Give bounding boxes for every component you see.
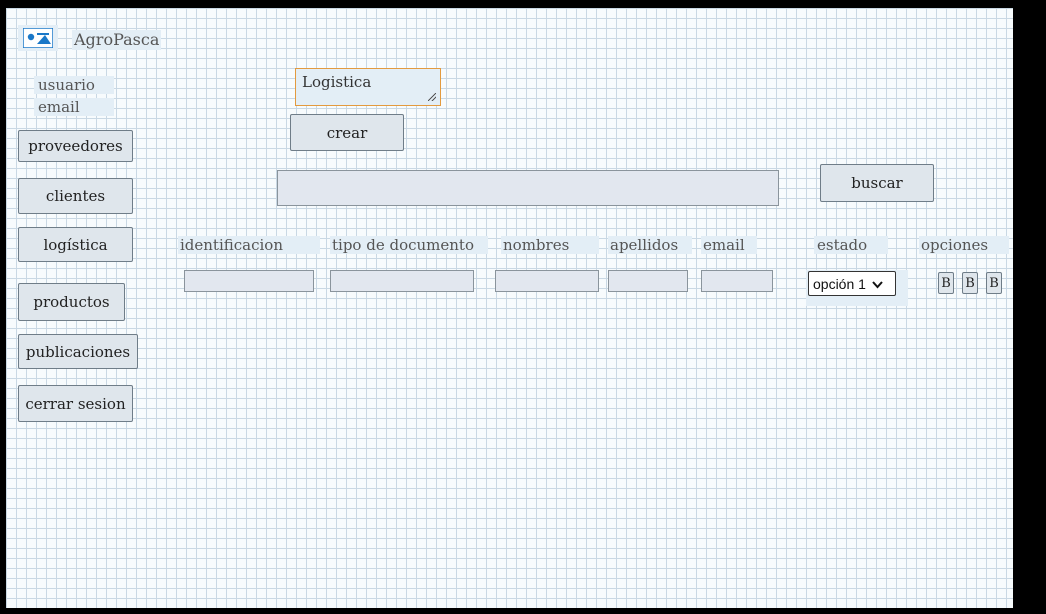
header-tipo-documento: tipo de documento (330, 236, 488, 254)
email-field[interactable] (701, 270, 773, 292)
estado-selected-value: opción 1 (813, 275, 866, 292)
user-name: usuario (34, 76, 114, 94)
sidebar-item-productos[interactable]: productos (18, 283, 125, 321)
header-email: email (701, 236, 757, 254)
sidebar-item-logistica[interactable]: logística (18, 227, 133, 262)
identificacion-field[interactable] (184, 270, 314, 292)
section-title-textarea[interactable]: Logistica (295, 68, 441, 106)
option-button-1[interactable]: B (938, 272, 954, 294)
apellidos-field[interactable] (608, 270, 688, 292)
option-button-2[interactable]: B (962, 272, 978, 294)
header-estado: estado (814, 236, 888, 254)
search-button[interactable]: buscar (820, 164, 934, 202)
option-button-3[interactable]: B (986, 272, 1002, 294)
sidebar-item-publicaciones[interactable]: publicaciones (18, 334, 138, 369)
user-email: email (34, 98, 114, 116)
header-apellidos: apellidos (608, 236, 692, 254)
sidebar-item-clientes[interactable]: clientes (18, 178, 133, 214)
search-input[interactable] (277, 170, 779, 206)
design-canvas: AgroPasca usuario email proveedores clie… (6, 8, 1013, 608)
header-opciones: opciones (919, 236, 1009, 254)
header-identificacion: identificacion (178, 236, 320, 254)
chevron-down-icon (872, 276, 883, 292)
header-nombres: nombres (501, 236, 599, 254)
sidebar-item-cerrar-sesion[interactable]: cerrar sesion (18, 385, 133, 422)
resize-grip-icon[interactable] (428, 93, 436, 101)
tipo-documento-field[interactable] (330, 270, 474, 292)
app-title: AgroPasca (72, 30, 162, 50)
nombres-field[interactable] (495, 270, 599, 292)
estado-select[interactable]: opción 1 (808, 271, 896, 296)
app-logo (18, 25, 58, 51)
create-button[interactable]: crear (290, 114, 404, 151)
sidebar-item-proveedores[interactable]: proveedores (18, 130, 133, 162)
section-title: Logistica (302, 73, 372, 91)
